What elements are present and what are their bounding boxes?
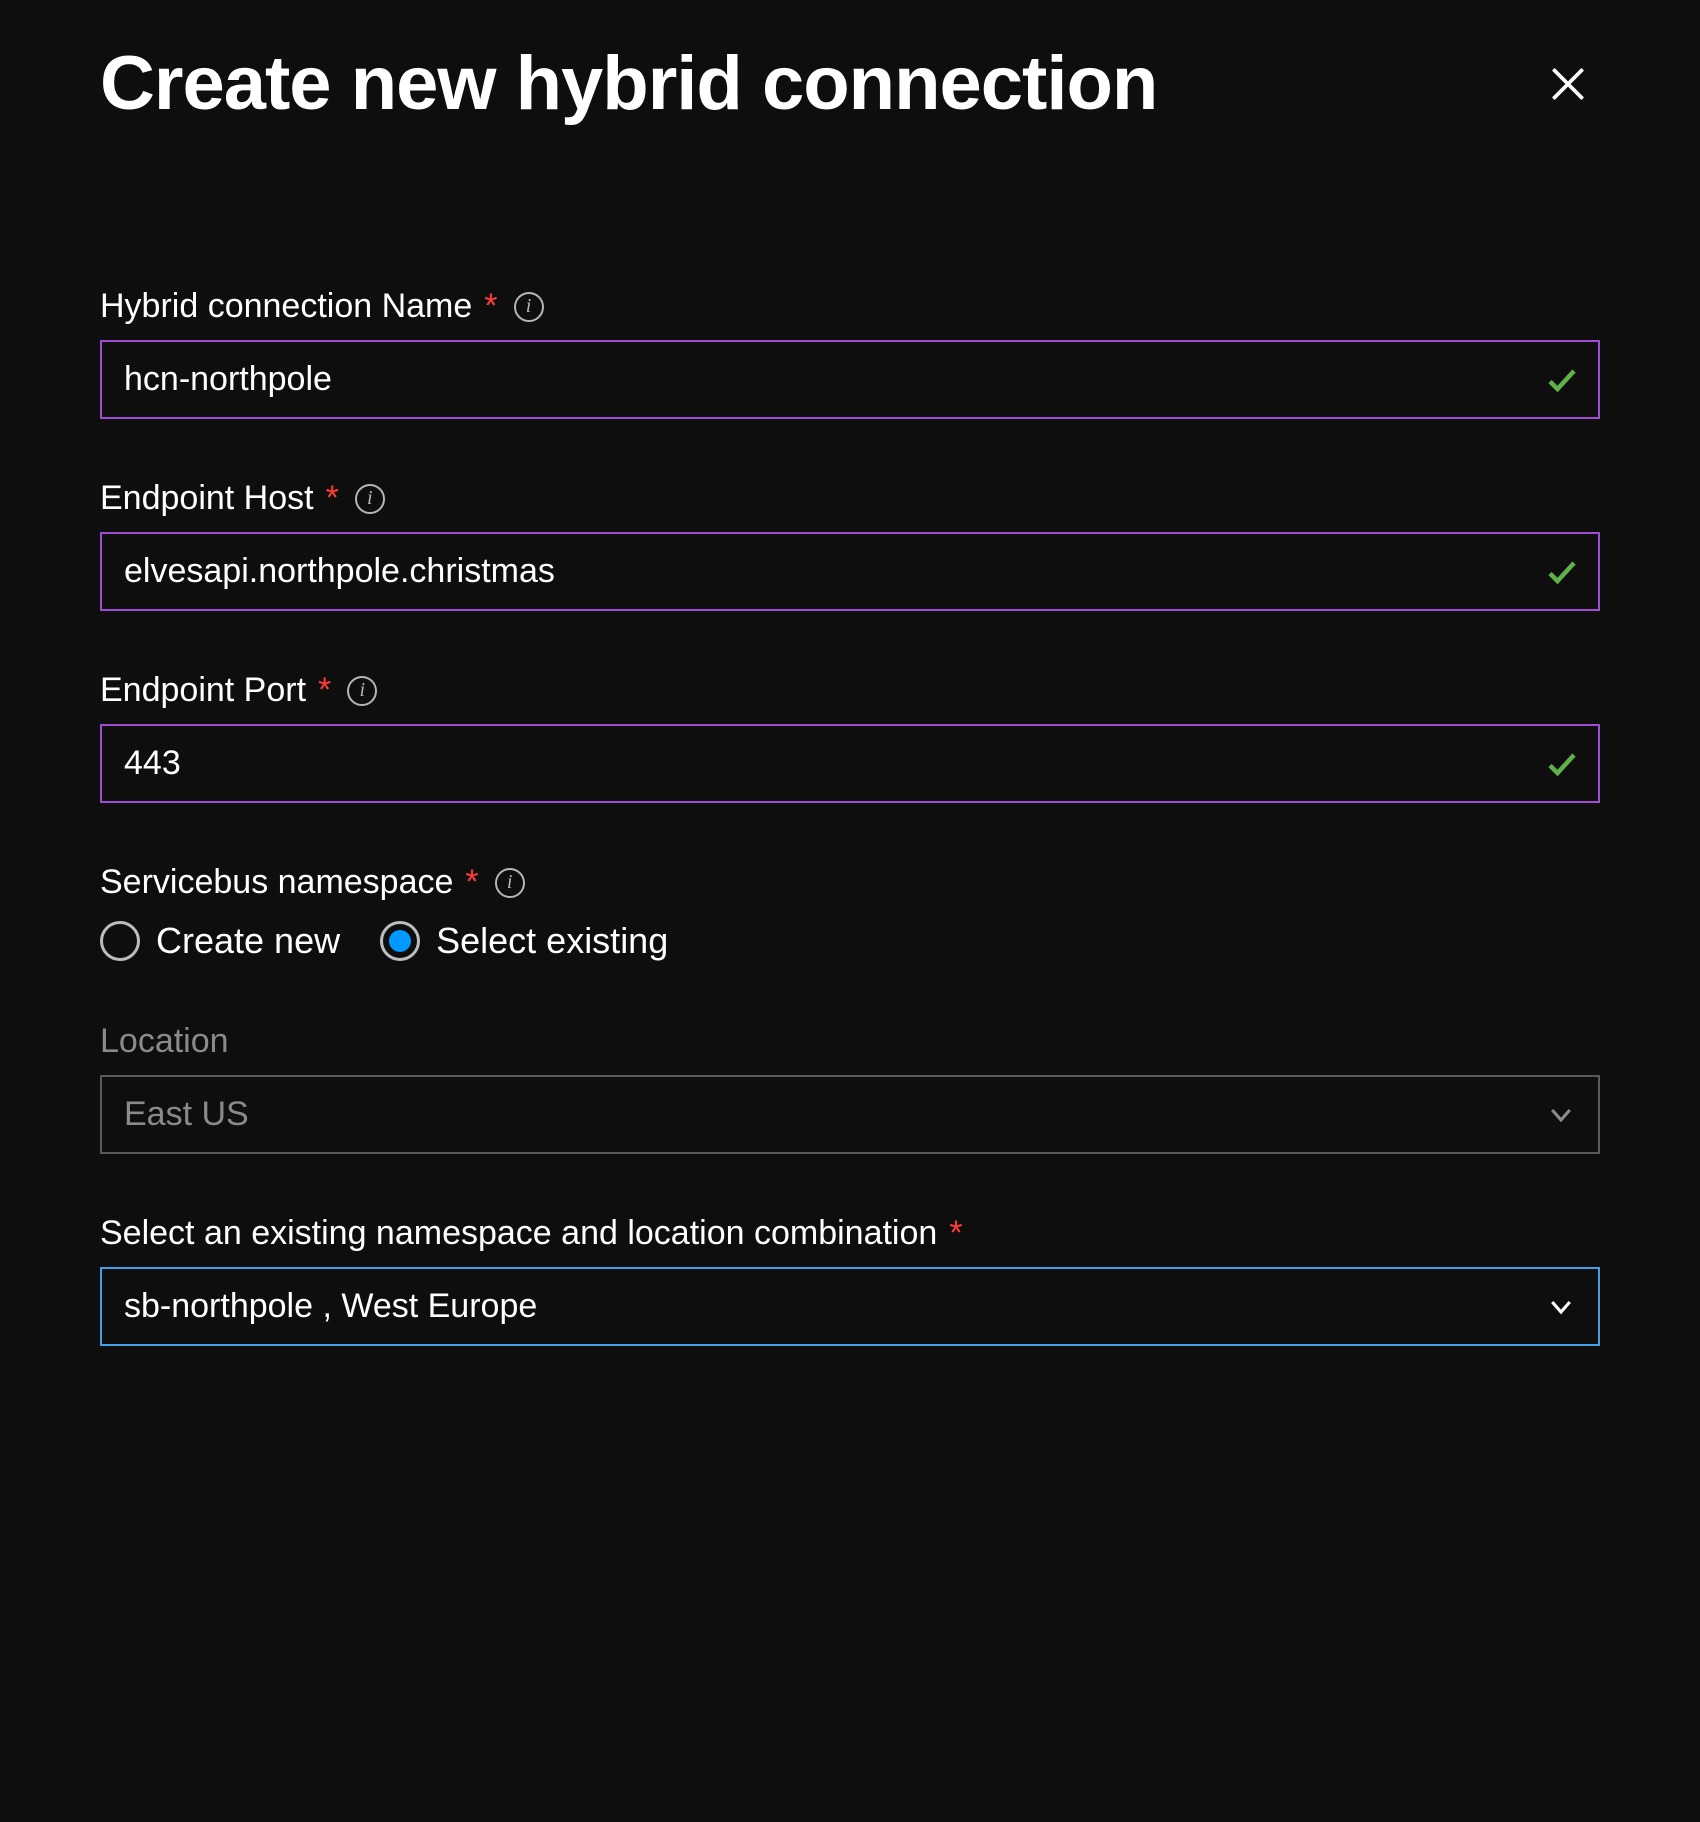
field-label: Endpoint Port xyxy=(100,671,306,710)
label-row: Location xyxy=(100,1022,1600,1061)
create-hybrid-connection-panel: Create new hybrid connection Hybrid conn… xyxy=(0,0,1700,1822)
chevron-down-icon xyxy=(1546,1292,1576,1322)
checkmark-icon xyxy=(1544,362,1580,398)
field-label: Location xyxy=(100,1022,229,1061)
endpoint-port-input[interactable] xyxy=(100,724,1600,803)
field-endpoint-port: Endpoint Port * i xyxy=(100,671,1600,803)
info-icon[interactable]: i xyxy=(347,676,377,706)
input-wrap xyxy=(100,532,1600,611)
field-label: Endpoint Host xyxy=(100,479,314,518)
panel-title: Create new hybrid connection xyxy=(100,40,1157,127)
field-label: Servicebus namespace xyxy=(100,863,453,902)
radio-label: Select existing xyxy=(436,920,668,962)
required-asterisk: * xyxy=(484,287,497,326)
checkmark-icon xyxy=(1544,554,1580,590)
field-servicebus-namespace: Servicebus namespace * i Create new Sele… xyxy=(100,863,1600,962)
info-icon[interactable]: i xyxy=(495,868,525,898)
label-row: Endpoint Port * i xyxy=(100,671,1600,710)
label-row: Select an existing namespace and locatio… xyxy=(100,1214,1600,1253)
radio-label: Create new xyxy=(156,920,340,962)
chevron-down-icon xyxy=(1546,1100,1576,1130)
hybrid-connection-name-input[interactable] xyxy=(100,340,1600,419)
field-hybrid-connection-name: Hybrid connection Name * i xyxy=(100,287,1600,419)
radio-group: Create new Select existing xyxy=(100,920,1600,962)
info-icon[interactable]: i xyxy=(514,292,544,322)
input-wrap xyxy=(100,724,1600,803)
close-icon xyxy=(1546,62,1590,106)
field-location: Location East US xyxy=(100,1022,1600,1154)
field-endpoint-host: Endpoint Host * i xyxy=(100,479,1600,611)
select-value: East US xyxy=(124,1095,249,1134)
required-asterisk: * xyxy=(465,863,478,902)
radio-create-new[interactable]: Create new xyxy=(100,920,340,962)
panel-header: Create new hybrid connection xyxy=(100,40,1600,127)
label-row: Hybrid connection Name * i xyxy=(100,287,1600,326)
field-existing-namespace: Select an existing namespace and locatio… xyxy=(100,1214,1600,1346)
radio-icon xyxy=(100,921,140,961)
close-button[interactable] xyxy=(1546,62,1590,106)
endpoint-host-input[interactable] xyxy=(100,532,1600,611)
checkmark-icon xyxy=(1544,746,1580,782)
field-label: Hybrid connection Name xyxy=(100,287,472,326)
select-value: sb-northpole , West Europe xyxy=(124,1287,537,1326)
label-row: Servicebus namespace * i xyxy=(100,863,1600,902)
required-asterisk: * xyxy=(318,671,331,710)
location-select: East US xyxy=(100,1075,1600,1154)
required-asterisk: * xyxy=(949,1214,962,1253)
input-wrap xyxy=(100,340,1600,419)
required-asterisk: * xyxy=(326,479,339,518)
field-label: Select an existing namespace and locatio… xyxy=(100,1214,937,1253)
radio-icon xyxy=(380,921,420,961)
existing-namespace-select[interactable]: sb-northpole , West Europe xyxy=(100,1267,1600,1346)
label-row: Endpoint Host * i xyxy=(100,479,1600,518)
radio-select-existing[interactable]: Select existing xyxy=(380,920,668,962)
info-icon[interactable]: i xyxy=(355,484,385,514)
